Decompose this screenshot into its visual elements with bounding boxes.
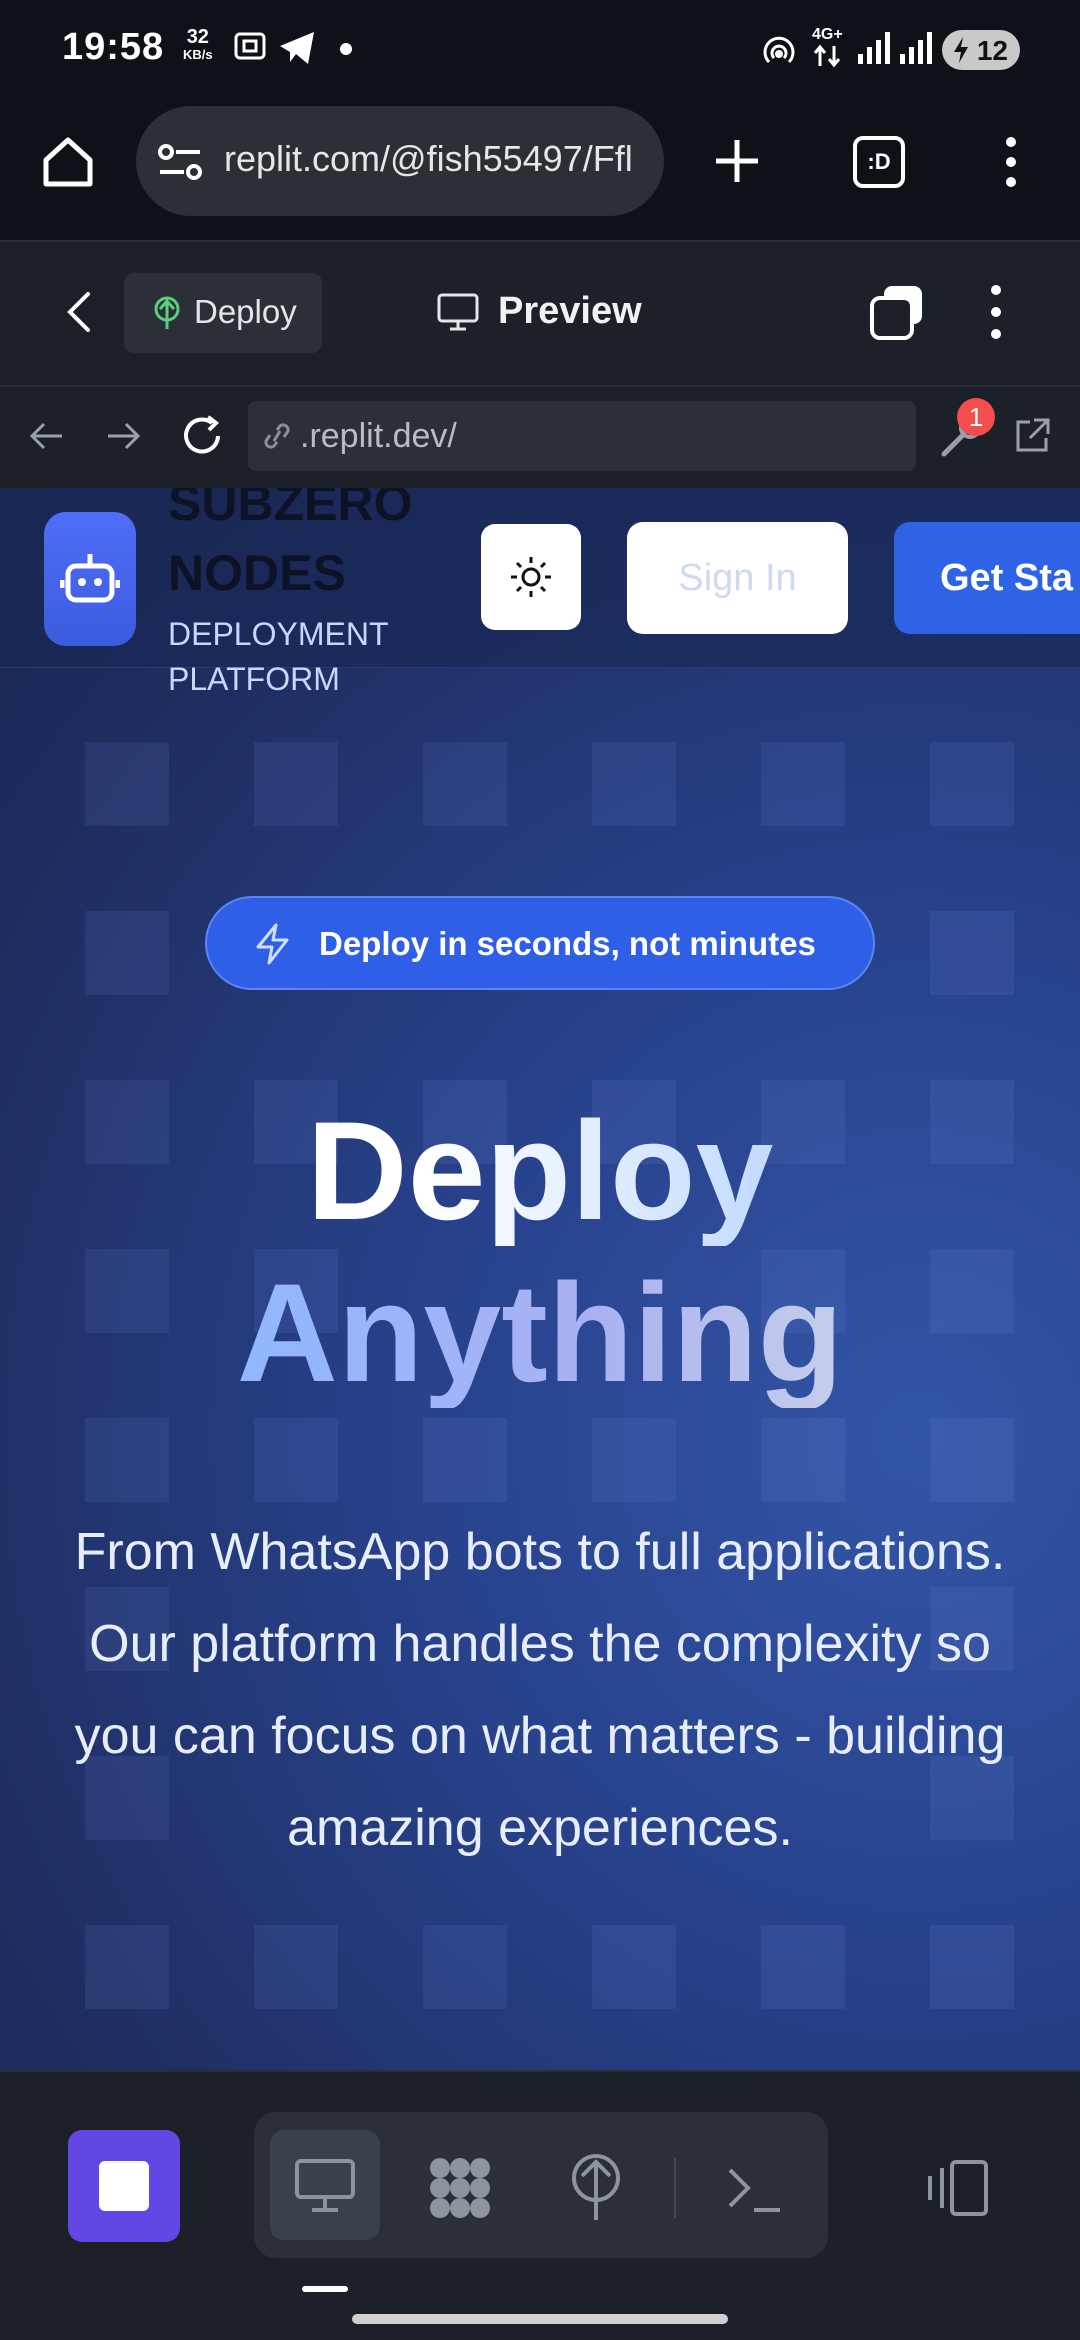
preview-url-text: .replit.dev/ [300, 417, 457, 455]
agent-icon[interactable] [424, 2152, 496, 2224]
battery-indicator: 12 [942, 30, 1020, 70]
tool-divider [674, 2158, 676, 2218]
stop-button[interactable] [68, 2130, 180, 2242]
sign-in-button[interactable]: Sign In [627, 522, 848, 634]
data-arrows-icon [813, 44, 841, 68]
status-bar: 19:58 32 KB/s 4G+ 12 [0, 0, 1080, 100]
site-navbar: SUBZERO NODES DEPLOYMENT PLATFORM Sign I… [0, 488, 1080, 697]
deploy-chip[interactable]: Deploy [124, 273, 322, 353]
get-started-button[interactable]: Get Sta [894, 522, 1080, 634]
deploy-label: Deploy [194, 293, 297, 330]
open-external-icon[interactable] [1012, 416, 1052, 456]
preview-back-icon[interactable] [26, 418, 66, 454]
signal-icon [858, 32, 932, 64]
deploy-icon [154, 296, 180, 329]
hero-title-line1: Deploy [0, 1096, 1080, 1246]
notification-badge: 1 [957, 398, 995, 436]
preview-url-field[interactable]: .replit.dev/ [248, 401, 916, 471]
home-icon[interactable] [40, 134, 96, 190]
screenshot-icon [234, 32, 266, 60]
monitor-icon [437, 293, 479, 331]
replit-menu-icon[interactable] [988, 284, 1004, 340]
deployments-icon[interactable] [566, 2152, 626, 2224]
gesture-bar[interactable] [352, 2314, 728, 2324]
tabs-overview-icon[interactable] [868, 284, 926, 342]
site-settings-icon[interactable] [156, 142, 206, 182]
brand-top: SUBZERO [168, 488, 413, 531]
net-speed-unit: KB/s [183, 47, 213, 62]
theme-toggle-button[interactable] [481, 524, 581, 630]
sun-icon [511, 557, 551, 597]
browser-url-bar[interactable]: replit.com/@fish55497/Ffl [136, 106, 664, 216]
hero-description: From WhatsApp bots to full applications.… [74, 1523, 1006, 1857]
browser-menu-icon[interactable] [996, 136, 1026, 188]
tab-switcher-button[interactable]: :D [853, 136, 905, 188]
panels-icon[interactable] [924, 2158, 990, 2218]
hero-title-line2: Anything [0, 1258, 1080, 1408]
active-tab-indicator [302, 2286, 348, 2292]
net-speed-value: 32 [186, 26, 209, 48]
status-time: 19:58 [62, 26, 165, 68]
webpage-preview: SUBZERO NODES DEPLOYMENT PLATFORM Sign I… [0, 488, 1080, 2070]
new-tab-icon[interactable] [712, 136, 762, 186]
network-type: 4G+ [812, 26, 843, 43]
telegram-icon [280, 32, 314, 64]
battery-level: 12 [976, 35, 1008, 66]
lightning-icon [256, 923, 289, 965]
browser-url-text: replit.com/@fish55497/Ffl [224, 138, 633, 179]
robot-icon [60, 554, 120, 603]
tagline-pill: Deploy in seconds, not minutes [205, 896, 875, 990]
tool-preview-active[interactable] [270, 2130, 380, 2240]
hotspot-icon [763, 36, 795, 64]
preview-monitor-icon [295, 2159, 355, 2212]
preview-tab-label[interactable]: Preview [498, 290, 642, 333]
charging-icon [954, 37, 968, 63]
notification-dot-icon [340, 43, 352, 55]
shell-icon[interactable] [724, 2158, 784, 2218]
brand-name: NODES [168, 545, 346, 601]
net-speed: 32 KB/s [183, 26, 213, 64]
link-icon [264, 423, 290, 449]
preview-forward-icon[interactable] [104, 418, 144, 454]
back-icon[interactable] [60, 290, 100, 334]
brand-subtitle: DEPLOYMENT PLATFORM [168, 616, 388, 697]
site-logo[interactable] [44, 512, 136, 646]
tagline-text: Deploy in seconds, not minutes [319, 925, 816, 962]
reload-icon[interactable] [180, 414, 226, 458]
